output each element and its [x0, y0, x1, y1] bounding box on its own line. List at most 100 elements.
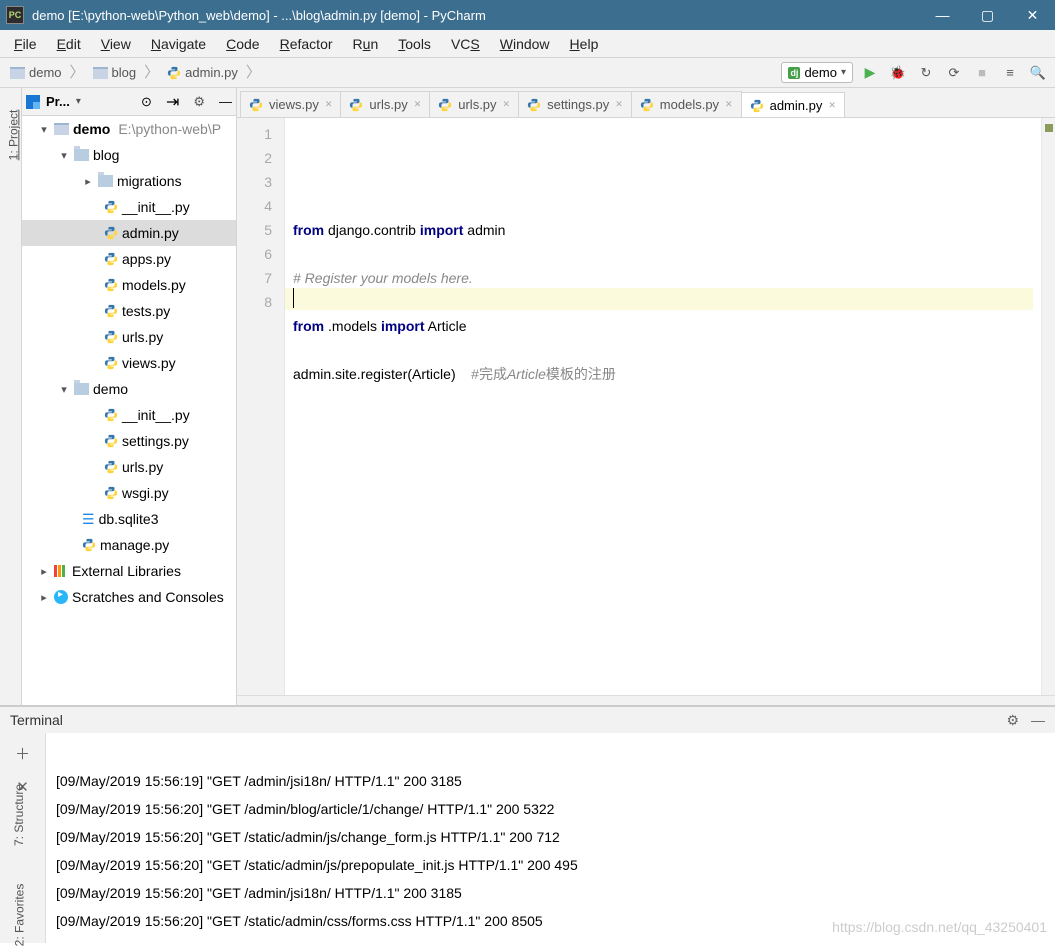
- code-lines: from django.contrib import admin # Regis…: [293, 218, 1041, 386]
- tree-pkg-urls[interactable]: urls.py: [22, 454, 236, 480]
- update-button[interactable]: ≡: [999, 62, 1021, 84]
- tab-settings[interactable]: settings.py✕: [518, 91, 632, 117]
- close-icon[interactable]: ✕: [615, 99, 623, 110]
- gear-icon[interactable]: ⚙: [1006, 712, 1019, 729]
- run-config-name: demo: [804, 65, 837, 80]
- tab-admin[interactable]: admin.py✕: [741, 92, 845, 118]
- run-coverage-button[interactable]: ↻: [915, 62, 937, 84]
- tab-urls2[interactable]: urls.py✕: [429, 91, 519, 117]
- tab-models[interactable]: models.py✕: [631, 91, 742, 117]
- search-button[interactable]: 🔍: [1027, 62, 1049, 84]
- menu-code[interactable]: Code: [216, 32, 269, 56]
- left-tool-stripe: 1: Project 7: Structure 2: Favorites: [0, 88, 22, 705]
- tree-urls[interactable]: urls.py: [22, 324, 236, 350]
- menu-window[interactable]: Window: [490, 32, 560, 56]
- editor-tabs: views.py✕ urls.py✕ urls.py✕ settings.py✕…: [237, 88, 1055, 118]
- crumb-adminpy[interactable]: admin.py: [161, 65, 244, 80]
- run-config-selector[interactable]: dj demo ▾: [781, 62, 853, 83]
- tree-blog[interactable]: ▾blog: [22, 142, 236, 168]
- navigation-bar: demo 〉 blog 〉 admin.py 〉 dj demo ▾ ▶ 🐞 ↻…: [0, 58, 1055, 88]
- python-icon: [249, 98, 263, 112]
- dropdown-icon[interactable]: ▾: [76, 96, 81, 107]
- project-panel-header: Pr... ▾ ⊙ ⇥ ⚙ —: [22, 88, 236, 116]
- close-icon[interactable]: ✕: [725, 99, 733, 110]
- python-icon: [104, 252, 118, 266]
- project-tree[interactable]: ▾demoE:\python-web\P ▾blog ▸migrations _…: [22, 116, 236, 705]
- tab-views[interactable]: views.py✕: [240, 91, 341, 117]
- tree-init[interactable]: __init__.py: [22, 194, 236, 220]
- chevron-right-icon: 〉: [142, 65, 161, 80]
- tree-migrations[interactable]: ▸migrations: [22, 168, 236, 194]
- project-icon: [26, 95, 40, 109]
- tree-external-libraries[interactable]: ▸External Libraries: [22, 558, 236, 584]
- python-icon: [640, 98, 654, 112]
- terminal-output[interactable]: [09/May/2019 15:56:19] "GET /admin/jsi18…: [46, 733, 1055, 943]
- crumb-demo[interactable]: demo: [4, 65, 68, 80]
- python-icon: [104, 486, 118, 500]
- pycharm-icon: PC: [6, 6, 24, 24]
- menu-run[interactable]: Run: [343, 32, 389, 56]
- menu-edit[interactable]: Edit: [47, 32, 91, 56]
- database-icon: ☰: [82, 511, 95, 528]
- tree-apps[interactable]: apps.py: [22, 246, 236, 272]
- new-session-button[interactable]: ＋: [15, 743, 30, 764]
- tree-root-demo[interactable]: ▾demoE:\python-web\P: [22, 116, 236, 142]
- tree-models[interactable]: models.py: [22, 272, 236, 298]
- close-icon[interactable]: ✕: [503, 99, 511, 110]
- close-icon[interactable]: ✕: [325, 99, 333, 110]
- debug-button[interactable]: 🐞: [887, 62, 909, 84]
- close-icon[interactable]: ✕: [414, 99, 422, 110]
- python-icon: [527, 98, 541, 112]
- tree-manage[interactable]: manage.py: [22, 532, 236, 558]
- scratch-icon: [54, 590, 68, 604]
- run-button[interactable]: ▶: [859, 62, 881, 84]
- menu-view[interactable]: View: [91, 32, 141, 56]
- toolwindow-project-tab[interactable]: 1: Project: [6, 110, 20, 161]
- chevron-right-icon: 〉: [68, 65, 87, 80]
- minimize-button[interactable]: —: [920, 0, 965, 30]
- close-icon[interactable]: ✕: [828, 100, 836, 111]
- tree-wsgi[interactable]: wsgi.py: [22, 480, 236, 506]
- python-icon: [104, 330, 118, 344]
- python-icon: [167, 66, 181, 80]
- chevron-right-icon: 〉: [244, 65, 263, 80]
- tree-scratches[interactable]: ▸Scratches and Consoles: [22, 584, 236, 610]
- tab-urls1[interactable]: urls.py✕: [340, 91, 430, 117]
- tree-pkg-init[interactable]: __init__.py: [22, 402, 236, 428]
- tree-pkg-demo[interactable]: ▾demo: [22, 376, 236, 402]
- menu-tools[interactable]: Tools: [388, 32, 441, 56]
- hide-icon[interactable]: —: [219, 94, 232, 109]
- profile-button[interactable]: ⟳: [943, 62, 965, 84]
- tree-db[interactable]: ☰db.sqlite3: [22, 506, 236, 532]
- menu-file[interactable]: File: [4, 32, 47, 56]
- window-title: demo [E:\python-web\Python_web\demo] - .…: [32, 8, 920, 23]
- toolwindow-favorites-tab[interactable]: 2: Favorites: [12, 884, 26, 946]
- toolwindow-structure-tab[interactable]: 7: Structure: [12, 784, 26, 846]
- locate-icon[interactable]: ⊙: [141, 94, 152, 110]
- tree-views[interactable]: views.py: [22, 350, 236, 376]
- gear-icon[interactable]: ⚙: [193, 94, 205, 110]
- stop-button[interactable]: ■: [971, 62, 993, 84]
- maximize-button[interactable]: ▢: [965, 0, 1010, 30]
- menu-vcs[interactable]: VCS: [441, 32, 490, 56]
- terminal-tool-window: Terminal ⚙ — ＋ ✕ [09/May/2019 15:56:19] …: [0, 706, 1055, 943]
- close-button[interactable]: ✕: [1010, 0, 1055, 30]
- folder-icon: [54, 123, 69, 135]
- line-gutter[interactable]: 12345678: [237, 118, 285, 695]
- crumb-blog[interactable]: blog: [87, 65, 143, 80]
- tree-admin[interactable]: admin.py: [22, 220, 236, 246]
- tree-settings[interactable]: settings.py: [22, 428, 236, 454]
- tree-tests[interactable]: tests.py: [22, 298, 236, 324]
- menu-help[interactable]: Help: [560, 32, 609, 56]
- code-editor[interactable]: from django.contrib import admin # Regis…: [285, 118, 1041, 695]
- python-icon: [104, 408, 118, 422]
- hide-icon[interactable]: —: [1031, 712, 1045, 728]
- editor-splitter[interactable]: [237, 695, 1055, 705]
- menu-navigate[interactable]: Navigate: [141, 32, 216, 56]
- menu-refactor[interactable]: Refactor: [270, 32, 343, 56]
- error-stripe[interactable]: [1041, 118, 1055, 695]
- python-icon: [349, 98, 363, 112]
- editor-area: views.py✕ urls.py✕ urls.py✕ settings.py✕…: [237, 88, 1055, 705]
- collapse-icon[interactable]: ⇥: [166, 92, 179, 112]
- chevron-down-icon: ▾: [841, 67, 846, 78]
